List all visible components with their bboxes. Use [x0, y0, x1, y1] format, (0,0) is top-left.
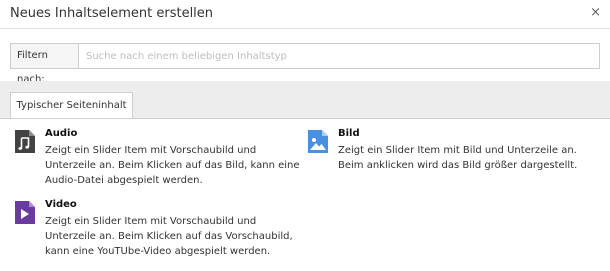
- item-name: Video: [45, 199, 77, 210]
- filter-label: Filtern nach:: [11, 44, 79, 85]
- content-panel: Audio Zeigt ein Slider Item mit Vorschau…: [0, 118, 610, 271]
- tab-typischer-seiteninhalt[interactable]: Typischer Seiteninhalt: [10, 92, 133, 119]
- item-name: Audio: [45, 128, 78, 139]
- modal-header: Neues Inhaltselement erstellen ×: [0, 0, 610, 29]
- filter-box: Filtern nach:: [10, 43, 600, 85]
- modal-title: Neues Inhaltselement erstellen: [10, 6, 214, 21]
- item-description: Zeigt ein Slider Item mit Bild und Unter…: [338, 145, 578, 171]
- filter-area: Filtern nach:: [0, 29, 610, 85]
- item-description: Zeigt ein Slider Item mit Vorschaubild u…: [45, 216, 293, 257]
- filter-input[interactable]: [80, 44, 599, 68]
- video-icon: [15, 201, 35, 224]
- audio-icon: [15, 130, 35, 153]
- close-icon[interactable]: ×: [590, 5, 601, 21]
- item-description: Zeigt ein Slider Item mit Vorschaubild u…: [45, 145, 300, 186]
- item-name: Bild: [338, 128, 360, 139]
- image-icon: [308, 130, 328, 153]
